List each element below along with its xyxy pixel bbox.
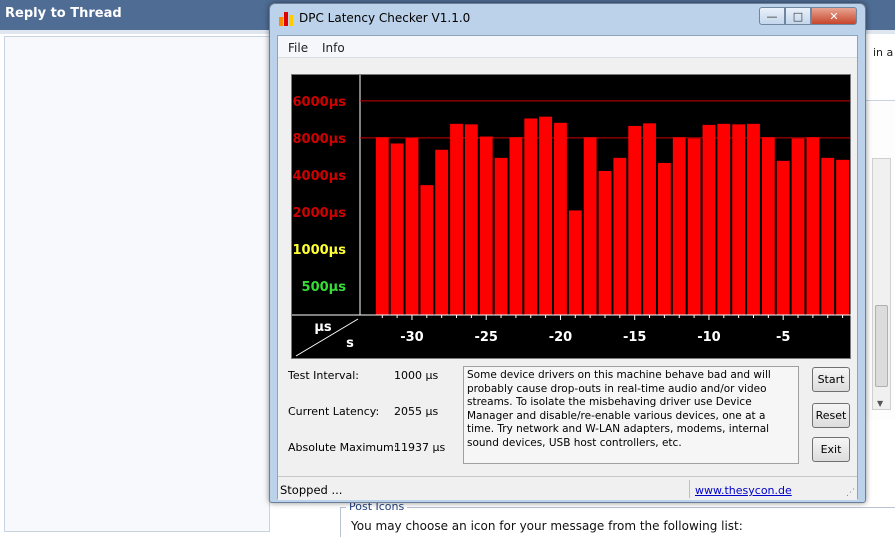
window-client-area: File Info 16000µs 8000µs 4000µs 2000µs 1000µ… [277, 35, 858, 500]
bar [450, 123, 463, 315]
exit-button[interactable]: Exit [812, 437, 850, 462]
bar [672, 137, 686, 315]
bar [791, 138, 805, 315]
x-unit-label: s [346, 336, 354, 351]
x-tick-label: -30 [400, 330, 424, 345]
reply-editor-panel [4, 36, 270, 532]
absolute-maximum-value: 11937 µs [394, 441, 446, 454]
bar [643, 123, 656, 315]
menu-file[interactable]: File [288, 41, 308, 55]
x-tick-label: -5 [776, 330, 790, 345]
bar [747, 123, 760, 315]
status-bar: Stopped ... www.thesycon.de ⋰ [278, 476, 857, 500]
window-title: DPC Latency Checker V1.1.0 [299, 11, 471, 25]
bar [554, 122, 567, 315]
status-divider [689, 480, 690, 498]
latency-chart: 16000µs 8000µs 4000µs 2000µs 1000µs 500µs µss -… [291, 74, 852, 359]
bar [806, 137, 820, 315]
y-tick-label: 8000µs [293, 132, 347, 147]
window-titlebar[interactable]: DPC Latency Checker V1.1.0 — □ ✕ [270, 4, 865, 32]
reset-button[interactable]: Reset [812, 403, 850, 428]
reply-to-thread-title: Reply to Thread [5, 6, 122, 21]
scroll-down-arrow-icon[interactable]: ▼ [877, 399, 883, 408]
close-button[interactable]: ✕ [811, 7, 857, 25]
y-tick-label: 16000µs [292, 95, 346, 110]
test-interval-label: Test Interval: [288, 369, 359, 382]
resize-grip-icon[interactable]: ⋰ [846, 489, 855, 498]
bar [821, 157, 835, 315]
bar [628, 125, 642, 315]
maximize-button[interactable]: □ [785, 7, 811, 25]
driver-warning-message: Some device drivers on this machine beha… [463, 366, 799, 464]
y-unit-label: µs [314, 320, 332, 335]
menu-info[interactable]: Info [322, 41, 345, 55]
x-tick-label: -20 [549, 330, 573, 345]
bar [405, 137, 419, 315]
bar [717, 123, 731, 315]
bar [435, 149, 449, 315]
y-tick-label: 500µs [302, 280, 347, 295]
truncated-page-text: in a [873, 46, 894, 59]
latency-chart-svg: 16000µs 8000µs 4000µs 2000µs 1000µs 500µs µss -… [292, 75, 852, 357]
bar [613, 157, 627, 315]
app-bars-icon [279, 12, 293, 26]
start-button[interactable]: Start [812, 367, 850, 392]
bar [568, 210, 582, 315]
menu-bar: File Info [278, 36, 857, 58]
bar [479, 136, 493, 315]
bar [524, 118, 538, 316]
thesycon-link[interactable]: www.thesycon.de [695, 484, 792, 497]
absolute-maximum-label: Absolute Maximum: [288, 441, 398, 454]
x-tick-label: -15 [623, 330, 647, 345]
bar [420, 185, 434, 315]
bar [539, 116, 553, 315]
y-tick-label: 4000µs [293, 169, 347, 184]
y-tick-label: 1000µs [293, 243, 347, 258]
bar [390, 143, 404, 315]
bar [657, 162, 671, 315]
bar [583, 137, 597, 315]
post-icons-instructions: You may choose an icon for your message … [351, 519, 743, 533]
bar [464, 124, 478, 315]
bar [687, 138, 701, 315]
x-tick-label: -25 [474, 330, 498, 345]
scrollbar-thumb[interactable] [875, 305, 888, 387]
bar [776, 160, 790, 315]
status-text: Stopped ... [280, 483, 343, 497]
y-tick-label: 2000µs [293, 206, 347, 221]
test-interval-value: 1000 µs [394, 369, 439, 382]
bar [509, 137, 523, 315]
bar [598, 171, 612, 315]
bar [836, 159, 849, 315]
bar [732, 124, 746, 315]
dpc-latency-checker-window: DPC Latency Checker V1.1.0 — □ ✕ File In… [269, 3, 866, 503]
bar [494, 157, 508, 315]
minimize-button[interactable]: — [759, 7, 785, 25]
bar [761, 137, 775, 315]
bar [702, 124, 716, 315]
current-latency-value: 2055 µs [394, 405, 439, 418]
background-scrollbar[interactable]: ▼ [872, 158, 891, 410]
x-tick-label: -10 [697, 330, 721, 345]
current-latency-label: Current Latency: [288, 405, 380, 418]
bar [375, 137, 389, 315]
